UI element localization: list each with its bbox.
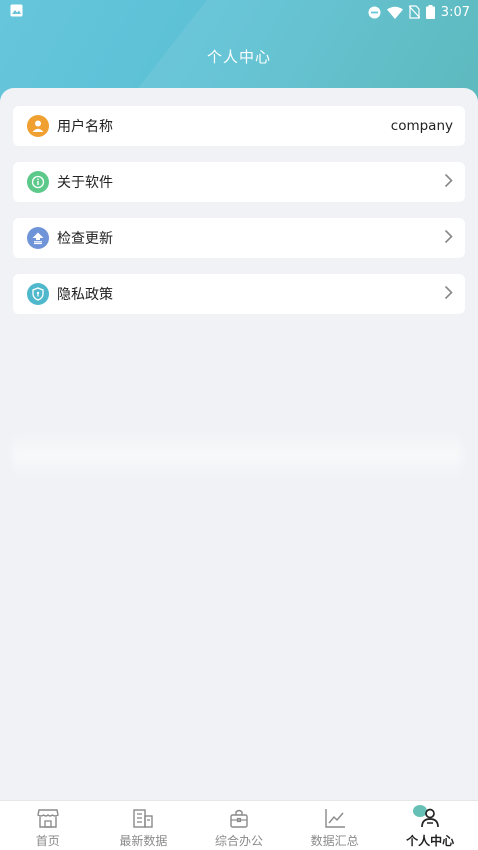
tab-label: 综合办公	[214, 834, 263, 848]
building-icon	[132, 807, 154, 829]
tab-home[interactable]: 首页	[0, 801, 96, 850]
chevron-right-icon	[444, 173, 453, 192]
no-sim-icon	[408, 5, 420, 19]
shield-icon	[27, 283, 49, 305]
tab-office[interactable]: 综合办公	[191, 801, 287, 850]
gallery-notification-icon	[10, 4, 23, 21]
tab-label: 个人中心	[406, 834, 455, 848]
tab-label: 数据汇总	[310, 834, 359, 848]
check-update-row[interactable]: 检查更新	[13, 218, 465, 258]
about-software-row[interactable]: 关于软件	[13, 162, 465, 202]
username-label: 用户名称	[57, 119, 113, 135]
wifi-icon	[386, 6, 403, 19]
check-update-label: 检查更新	[57, 231, 113, 247]
briefcase-icon	[228, 807, 250, 829]
about-software-label: 关于软件	[57, 175, 113, 191]
blurred-overlay	[12, 430, 462, 480]
page-title: 个人中心	[206, 48, 271, 66]
user-icon	[27, 115, 49, 137]
chevron-right-icon	[444, 229, 453, 248]
username-row: 用户名称 company	[13, 106, 465, 146]
tab-profile[interactable]: 个人中心	[382, 801, 478, 850]
clock: 3:07	[440, 4, 470, 20]
upload-arrow-icon	[27, 227, 49, 249]
person-icon	[413, 805, 441, 829]
store-icon	[37, 807, 59, 829]
tab-label: 最新数据	[119, 834, 168, 848]
line-chart-icon	[324, 807, 346, 829]
privacy-policy-row[interactable]: 隐私政策	[13, 274, 465, 314]
bottom-tab-bar: 首页 最新数据 综合办公 数据汇总 个人中心	[0, 800, 478, 850]
username-value: company	[390, 118, 453, 134]
tab-label: 首页	[35, 834, 60, 848]
battery-icon	[425, 5, 435, 19]
privacy-policy-label: 隐私政策	[57, 287, 113, 303]
tab-latest-data[interactable]: 最新数据	[96, 801, 192, 850]
status-bar: 3:07	[0, 0, 478, 24]
tab-data-summary[interactable]: 数据汇总	[287, 801, 383, 850]
chevron-right-icon	[444, 285, 453, 304]
info-icon	[27, 171, 49, 193]
do-not-disturb-icon	[368, 6, 381, 19]
